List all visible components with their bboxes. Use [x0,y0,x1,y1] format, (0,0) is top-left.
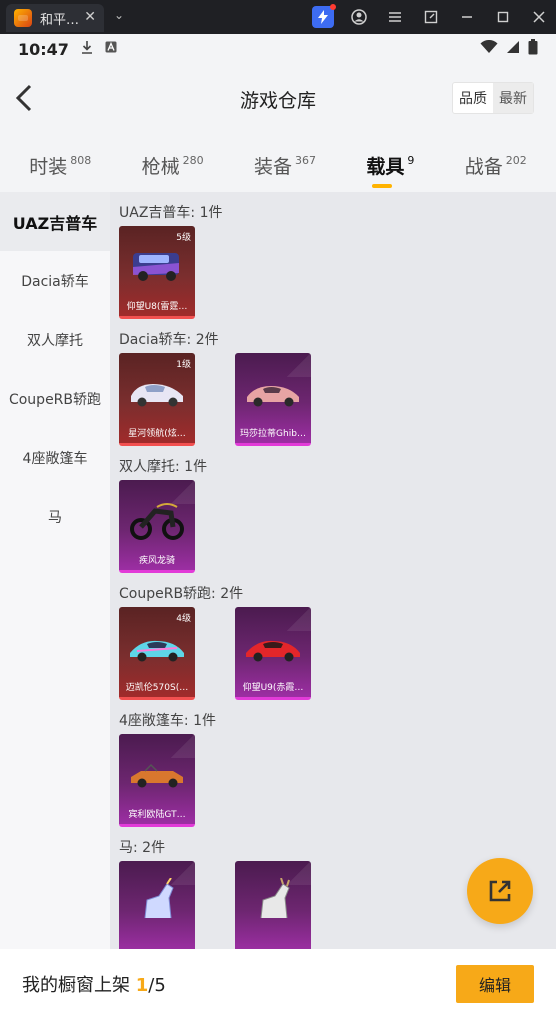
edit-button[interactable]: 编辑 [456,965,534,1003]
sidebar-item-convertible[interactable]: 4座敞篷车 [0,428,110,487]
vehicle-card[interactable]: 1级 星河领航(炫… [119,353,195,446]
sidebar-item-uaz[interactable]: UAZ吉普车 [0,192,110,251]
account-icon[interactable] [348,6,370,28]
share-icon [489,880,511,902]
battery-icon [528,39,538,59]
minimize-icon[interactable] [456,6,478,28]
screenshot-icon[interactable] [420,6,442,28]
showcase-current: 1 [135,975,149,996]
suv-icon [133,253,179,281]
tab-label: 装备 [253,155,292,178]
share-button[interactable] [467,858,533,924]
sidebar-item-coupe[interactable]: CoupeRB轿跑 [0,369,110,428]
tab-fashion[interactable]: 时装 808 [29,152,91,179]
group-title: 双人摩托: 1件 [119,459,208,475]
status-time: 10:47 [18,39,69,59]
convertible-icon [131,763,183,788]
vehicle-name: 仰望U8(雷霆… [126,302,188,312]
close-icon[interactable] [528,6,550,28]
showcase-total: /5 [148,975,166,996]
supercar-icon [246,640,300,662]
vehicle-card[interactable]: 疾风龙骑 [119,480,195,573]
tab-vehicles[interactable]: 载具 9 [366,152,414,179]
game-app-icon [14,9,32,27]
download-icon [81,40,93,58]
vehicle-card[interactable]: 4级 迈凯伦570S(… [119,607,195,700]
tab-supplies[interactable]: 战备 202 [465,152,527,179]
sports-car-icon [247,386,299,407]
tab-title: 和平… [40,12,80,28]
tab-count: 280 [182,153,204,167]
category-tabs: 时装 808 枪械 280 装备 367 载具 9 战备 202 [0,134,556,196]
tab-count: 367 [294,153,316,167]
page-title: 游戏仓库 [239,89,316,112]
status-bar: 10:47 [0,34,556,64]
tab-count: 9 [407,153,415,167]
showcase-label-text: 我的橱窗上架 [22,975,136,996]
sort-newest-button[interactable]: 最新 [493,83,533,113]
group-title: 马: 2件 [119,840,166,856]
tab-weapons[interactable]: 枪械 280 [142,152,204,179]
vehicle-list-body: UAZ吉普车 Dacia轿车 双人摩托 CoupeRB轿跑 4座敞篷车 马 UA… [0,192,556,949]
font-a-icon [105,41,117,57]
tab-label: 时装 [29,155,68,178]
vehicle-card[interactable]: 玛莎拉蒂Ghib… [235,353,311,446]
wifi-icon [480,39,498,58]
tab-label: 载具 [366,155,405,178]
armored-horse-icon [260,878,290,919]
group-title: UAZ吉普车: 1件 [119,205,223,221]
vehicle-name: 玛莎拉蒂Ghib… [240,429,306,439]
app-tab[interactable]: 和平… ✕ [6,4,104,32]
vehicle-name: 宾利欧陆GT… [128,810,186,820]
tab-equipment[interactable]: 装备 367 [254,152,316,179]
sidebar-item-horse[interactable]: 马 [0,487,110,546]
vehicle-card[interactable] [119,861,195,949]
vehicle-name: 星河领航(炫… [128,429,186,439]
tab-close-button[interactable]: ✕ [84,9,96,25]
vehicle-card[interactable]: 仰望U9(赤霞… [235,607,311,700]
vehicle-name: 迈凯伦570S(… [125,683,189,693]
tab-count: 202 [505,153,527,167]
vehicle-card[interactable] [235,861,311,949]
boost-icon[interactable] [312,4,336,28]
maximize-icon[interactable] [492,6,514,28]
tab-label: 枪械 [141,155,180,178]
vehicle-card[interactable]: 宾利欧陆GT… [119,734,195,827]
vehicle-grid: UAZ吉普车: 1件 5级 仰望U8(雷霆… Dacia轿车: 2件 1级 星河… [110,192,556,949]
group-title: CoupeRB轿跑: 2件 [119,586,244,602]
level-badge: 1级 [176,360,191,370]
tab-dropdown-button[interactable]: ⌄ [114,8,124,22]
showcase-footer: 我的橱窗上架 1/5 编辑 [0,949,556,1019]
level-badge: 4级 [176,614,191,624]
sedan-icon [131,384,183,407]
tab-label: 战备 [464,155,503,178]
window-titlebar: 和平… ✕ ⌄ [0,0,556,34]
signal-icon [506,40,520,58]
sidebar-item-dacia[interactable]: Dacia轿车 [0,251,110,310]
phone-screen: 10:47 游戏仓库 品质 最新 时装 808 枪械 280 装备 367 载具… [0,34,556,1019]
vehicle-type-sidebar: UAZ吉普车 Dacia轿车 双人摩托 CoupeRB轿跑 4座敞篷车 马 [0,192,110,949]
showcase-label: 我的橱窗上架 1/5 [22,971,166,997]
sort-toggle: 品质 最新 [452,82,534,114]
tab-count: 808 [70,153,92,167]
sidebar-item-motorcycle[interactable]: 双人摩托 [0,310,110,369]
page-header: 游戏仓库 品质 最新 [0,64,556,134]
level-badge: 5级 [176,233,191,243]
vehicle-card[interactable]: 5级 仰望U8(雷霆… [119,226,195,319]
group-title: 4座敞篷车: 1件 [119,713,216,729]
vehicle-name: 疾风龙骑 [138,556,175,566]
supercar-icon [130,640,184,662]
vehicle-name: 仰望U9(赤霞… [242,683,304,693]
group-title: Dacia轿车: 2件 [119,332,219,348]
sort-quality-button[interactable]: 品质 [453,83,493,113]
menu-icon[interactable] [384,6,406,28]
motorcycle-icon [130,503,184,540]
unicorn-horse-icon [144,878,174,919]
back-arrow-icon[interactable] [12,82,40,114]
